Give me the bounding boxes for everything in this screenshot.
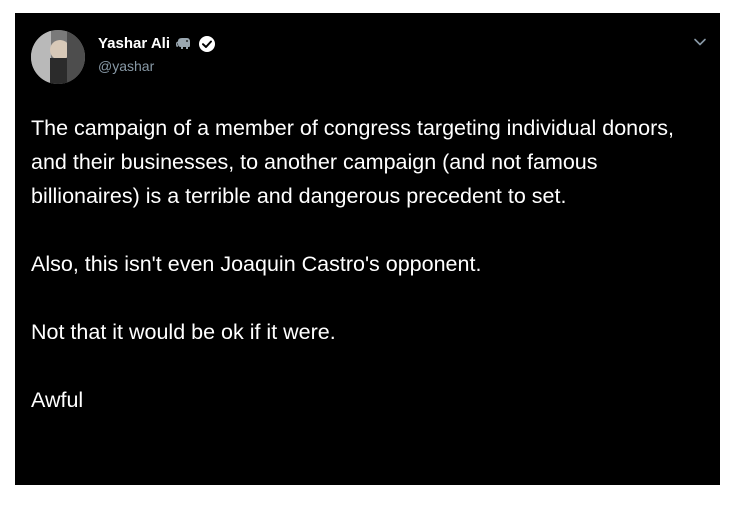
- user-display-name[interactable]: Yashar Ali: [98, 35, 170, 53]
- avatar-image: [31, 30, 85, 84]
- tweet-paragraph: Also, this isn't even Joaquin Castro's o…: [31, 252, 482, 276]
- user-name-row: Yashar Ali: [98, 35, 216, 53]
- tweet-paragraph: Awful: [31, 388, 84, 412]
- tweet-paragraph: The campaign of a member of congress tar…: [31, 116, 674, 208]
- elephant-icon: [175, 35, 193, 53]
- tweet-card: Yashar Ali @yashar The campaign of a mem…: [15, 13, 720, 485]
- user-handle[interactable]: @yashar: [98, 58, 154, 75]
- verified-icon: [198, 35, 216, 53]
- tweet-text: The campaign of a member of congress tar…: [31, 111, 701, 417]
- tweet-paragraph: Not that it would be ok if it were.: [31, 320, 336, 344]
- avatar[interactable]: [31, 30, 85, 84]
- chevron-down-icon[interactable]: [693, 35, 707, 49]
